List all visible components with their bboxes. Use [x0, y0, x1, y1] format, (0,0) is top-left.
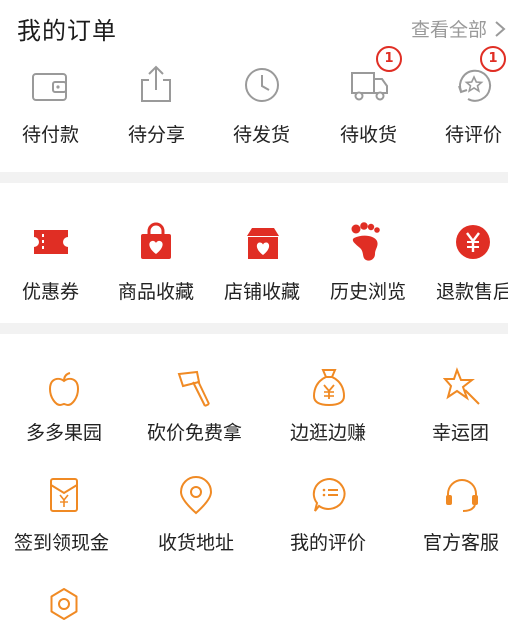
- bargain-free-entry[interactable]: 砍价免费拿: [127, 334, 254, 444]
- view-all-orders-link[interactable]: 查看全部: [411, 15, 507, 42]
- favorites-label: 店铺收藏: [224, 281, 301, 303]
- order-pending-share[interactable]: 待分享: [102, 56, 210, 172]
- service-label: 签到领现金: [14, 532, 110, 554]
- refund-aftersales-entry[interactable]: 退款售后: [418, 183, 508, 323]
- checkin-cash-entry[interactable]: 签到领现金: [0, 444, 127, 554]
- checkin-envelope-icon: [50, 478, 78, 512]
- section-divider: [0, 172, 508, 183]
- view-all-label: 查看全部: [411, 19, 488, 41]
- duoduo-orchard-entry[interactable]: 多多果园: [0, 334, 127, 444]
- location-pin-icon: [179, 476, 213, 515]
- service-label: 我的评价: [290, 532, 367, 554]
- axe-icon: [177, 370, 210, 407]
- lucky-group-entry[interactable]: 幸运团: [381, 334, 508, 444]
- favorites-label: 历史浏览: [330, 281, 407, 303]
- browsing-history-entry[interactable]: 历史浏览: [314, 183, 418, 323]
- browse-earn-entry[interactable]: 边逛边赚: [254, 334, 381, 444]
- comment-icon: [312, 477, 346, 512]
- favorites-label: 优惠券: [22, 281, 80, 303]
- lucky-star-icon: [443, 367, 480, 405]
- official-support-entry[interactable]: 官方客服: [381, 444, 508, 554]
- order-label: 待发货: [233, 124, 291, 146]
- bag-heart-icon: [141, 222, 171, 259]
- my-reviews-entry[interactable]: 我的评价: [254, 444, 381, 554]
- wallet-icon: [32, 73, 67, 101]
- yen-circle-icon: [456, 225, 490, 259]
- section-divider: [0, 323, 508, 334]
- share-icon: [141, 65, 171, 102]
- order-pending-review[interactable]: 1 待评价: [418, 46, 508, 172]
- favorites-label: 商品收藏: [118, 281, 195, 303]
- service-label: 幸运团: [432, 422, 490, 444]
- order-label: 待评价: [445, 124, 503, 146]
- coupons-entry[interactable]: 优惠券: [0, 183, 102, 323]
- clock-icon: [245, 68, 279, 102]
- money-bag-icon: [312, 369, 346, 407]
- footprint-icon: [351, 222, 380, 261]
- orders-header: 我的订单 查看全部: [0, 0, 508, 56]
- settings-entry[interactable]: [0, 554, 127, 644]
- order-pending-receipt[interactable]: 1 待收货: [314, 46, 418, 172]
- order-count-badge: 1: [480, 46, 506, 72]
- service-label: 收货地址: [158, 532, 235, 554]
- service-label: 官方客服: [423, 532, 500, 554]
- chevron-right-icon: [495, 20, 506, 37]
- order-status-row: 待付款 待分享 待发货 1 待收货 1 待评价: [0, 46, 508, 172]
- favorites-row: 优惠券 商品收藏 店铺收藏 历史浏览 退款售后: [0, 183, 508, 323]
- truck-icon: [351, 72, 388, 101]
- settings-gear-icon: [50, 588, 78, 620]
- services-grid: 多多果园 砍价免费拿 边逛边赚 幸运团 签到领现金 收货地址 我的评价 官方客服: [0, 334, 508, 644]
- apple-icon: [48, 372, 80, 407]
- page-title: 我的订单: [17, 17, 117, 45]
- order-label: 待付款: [22, 124, 80, 146]
- service-label: 砍价免费拿: [147, 422, 243, 444]
- store-favorites-entry[interactable]: 店铺收藏: [210, 183, 314, 323]
- order-label: 待分享: [128, 124, 186, 146]
- order-pending-shipment[interactable]: 待发货: [210, 56, 314, 172]
- order-count-badge: 1: [376, 46, 402, 72]
- order-label: 待收货: [340, 124, 398, 146]
- service-label: 多多果园: [26, 422, 103, 444]
- shipping-address-entry[interactable]: 收货地址: [127, 444, 254, 554]
- review-star-icon: [458, 69, 492, 102]
- headset-icon: [446, 479, 478, 512]
- favorites-label: 退款售后: [436, 281, 508, 303]
- coupon-icon: [34, 230, 68, 254]
- store-heart-icon: [247, 228, 279, 259]
- order-pending-payment[interactable]: 待付款: [0, 56, 102, 172]
- product-favorites-entry[interactable]: 商品收藏: [102, 183, 210, 323]
- service-label: 边逛边赚: [290, 422, 367, 444]
